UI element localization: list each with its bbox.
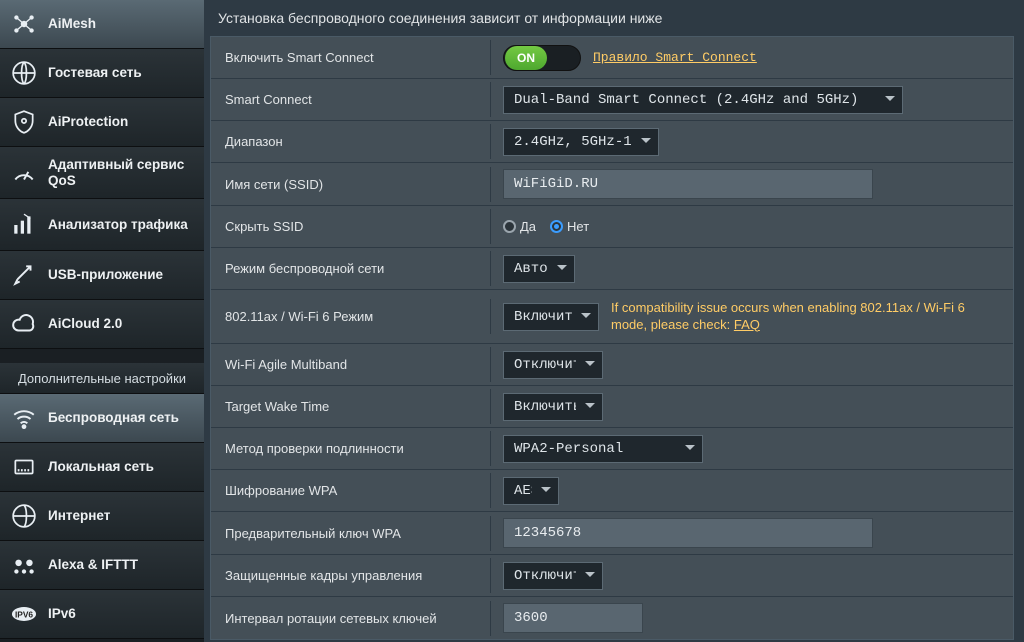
sidebar-item-label: AiCloud 2.0: [48, 316, 122, 332]
band-select[interactable]: 2.4GHz, 5GHz-1: [503, 128, 659, 156]
sidebar-item-aiprotection[interactable]: AiProtection: [0, 98, 204, 147]
label-pmf: Защищенные кадры управления: [211, 558, 491, 593]
row-rekey-interval: Интервал ротации сетевых ключей: [211, 597, 1013, 639]
pmf-select[interactable]: Отключить: [503, 562, 603, 590]
sidebar-item-label: USB-приложение: [48, 267, 163, 283]
label-agile: Wi-Fi Agile Multiband: [211, 347, 491, 382]
sidebar-item-ipv6[interactable]: IPV6 IPv6: [0, 590, 204, 639]
sidebar-item-lan[interactable]: Локальная сеть: [0, 443, 204, 492]
smart-connect-toggle[interactable]: ON: [503, 45, 581, 71]
voice-icon: [10, 551, 38, 579]
gauge-icon: [10, 159, 38, 187]
wireless-settings-panel: Включить Smart Connect ON Правило Smart …: [210, 36, 1014, 640]
row-band: Диапазон 2.4GHz, 5GHz-1: [211, 121, 1013, 163]
twt-select[interactable]: Включить: [503, 393, 603, 421]
label-smart-connect: Smart Connect: [211, 82, 491, 117]
row-pmf: Защищенные кадры управления Отключить: [211, 555, 1013, 597]
sidebar-item-guest-network[interactable]: Гостевая сеть: [0, 49, 204, 98]
label-wireless-mode: Режим беспроводной сети: [211, 251, 491, 286]
hide-ssid-no[interactable]: Нет: [550, 219, 589, 234]
toggle-on-label: ON: [505, 46, 547, 70]
sidebar-item-label: Анализатор трафика: [48, 217, 188, 233]
label-ssid: Имя сети (SSID): [211, 167, 491, 202]
wifi6-mode-select[interactable]: Включить: [503, 303, 599, 331]
ethernet-icon: [10, 453, 38, 481]
row-hide-ssid: Скрыть SSID Да Нет: [211, 206, 1013, 248]
row-twt: Target Wake Time Включить: [211, 386, 1013, 428]
sidebar-item-label: AiProtection: [48, 114, 128, 130]
usb-icon: [10, 261, 38, 289]
wifi-icon: [10, 404, 38, 432]
row-wpa-cipher: Шифрование WPA AES: [211, 470, 1013, 512]
row-wireless-mode: Режим беспроводной сети Авто: [211, 248, 1013, 290]
cipher-select[interactable]: AES: [503, 477, 559, 505]
bars-icon: [10, 211, 38, 239]
sidebar-item-wireless[interactable]: Беспроводная сеть: [0, 394, 204, 443]
label-rekey: Интервал ротации сетевых ключей: [211, 601, 491, 636]
globe-icon: [10, 502, 38, 530]
label-psk: Предварительный ключ WPA: [211, 516, 491, 551]
radio-label-no: Нет: [567, 219, 589, 234]
sidebar-item-label: AiMesh: [48, 16, 96, 32]
hide-ssid-yes[interactable]: Да: [503, 219, 536, 234]
faq-link[interactable]: FAQ: [734, 317, 760, 332]
cloud-icon: [10, 310, 38, 338]
radio-label-yes: Да: [520, 219, 536, 234]
sidebar-item-wan[interactable]: Интернет: [0, 492, 204, 541]
sidebar-item-usb-app[interactable]: USB-приложение: [0, 251, 204, 300]
sidebar-item-label: IPv6: [48, 606, 76, 622]
sidebar-item-label: Alexa & IFTTT: [48, 557, 138, 573]
sidebar-item-aicloud[interactable]: AiCloud 2.0: [0, 300, 204, 349]
wireless-mode-select[interactable]: Авто: [503, 255, 575, 283]
label-band: Диапазон: [211, 124, 491, 159]
sidebar: AiMesh Гостевая сеть AiProtection Адапти…: [0, 0, 204, 642]
wifi6-note: If compatibility issue occurs when enabl…: [611, 300, 991, 334]
svg-text:IPV6: IPV6: [15, 609, 33, 619]
label-enable-smart-connect: Включить Smart Connect: [211, 40, 491, 75]
label-wifi6-mode: 802.11ax / Wi-Fi 6 Режим: [211, 299, 491, 334]
auth-select[interactable]: WPA2-Personal: [503, 435, 703, 463]
sidebar-item-label: Адаптивный сервис QoS: [48, 157, 194, 188]
row-enable-smart-connect: Включить Smart Connect ON Правило Smart …: [211, 37, 1013, 79]
row-wifi6-mode: 802.11ax / Wi-Fi 6 Режим Включить If com…: [211, 290, 1013, 344]
sidebar-section-advanced-title: Дополнительные настройки: [0, 363, 204, 394]
row-auth-method: Метод проверки подлинности WPA2-Personal: [211, 428, 1013, 470]
ipv6-icon: IPV6: [10, 600, 38, 628]
sidebar-item-alexa-ifttt[interactable]: Alexa & IFTTT: [0, 541, 204, 590]
sidebar-item-label: Интернет: [48, 508, 110, 524]
row-ssid: Имя сети (SSID): [211, 163, 1013, 206]
sidebar-item-aimesh[interactable]: AiMesh: [0, 0, 204, 49]
sidebar-item-traffic-analyzer[interactable]: Анализатор трафика: [0, 199, 204, 251]
sidebar-item-label: Беспроводная сеть: [48, 410, 179, 426]
aimesh-icon: [10, 10, 38, 38]
label-twt: Target Wake Time: [211, 389, 491, 424]
globe-users-icon: [10, 59, 38, 87]
shield-icon: [10, 108, 38, 136]
label-cipher: Шифрование WPA: [211, 473, 491, 508]
row-smart-connect: Smart Connect Dual-Band Smart Connect (2…: [211, 79, 1013, 121]
label-auth: Метод проверки подлинности: [211, 431, 491, 466]
row-wpa-psk: Предварительный ключ WPA: [211, 512, 1013, 555]
agile-select[interactable]: Отключить: [503, 351, 603, 379]
ssid-input[interactable]: [503, 169, 873, 199]
sidebar-item-label: Гостевая сеть: [48, 65, 142, 81]
section-header: Установка беспроводного соединения завис…: [204, 0, 1024, 36]
row-agile-multiband: Wi-Fi Agile Multiband Отключить: [211, 344, 1013, 386]
rekey-input[interactable]: [503, 603, 643, 633]
smart-connect-rule-link[interactable]: Правило Smart Connect: [593, 50, 757, 65]
main-content: Установка беспроводного соединения завис…: [204, 0, 1024, 642]
psk-input[interactable]: [503, 518, 873, 548]
label-hide-ssid: Скрыть SSID: [211, 209, 491, 244]
sidebar-item-qos[interactable]: Адаптивный сервис QoS: [0, 147, 204, 199]
smart-connect-select[interactable]: Dual-Band Smart Connect (2.4GHz and 5GHz…: [503, 86, 903, 114]
sidebar-item-label: Локальная сеть: [48, 459, 154, 475]
